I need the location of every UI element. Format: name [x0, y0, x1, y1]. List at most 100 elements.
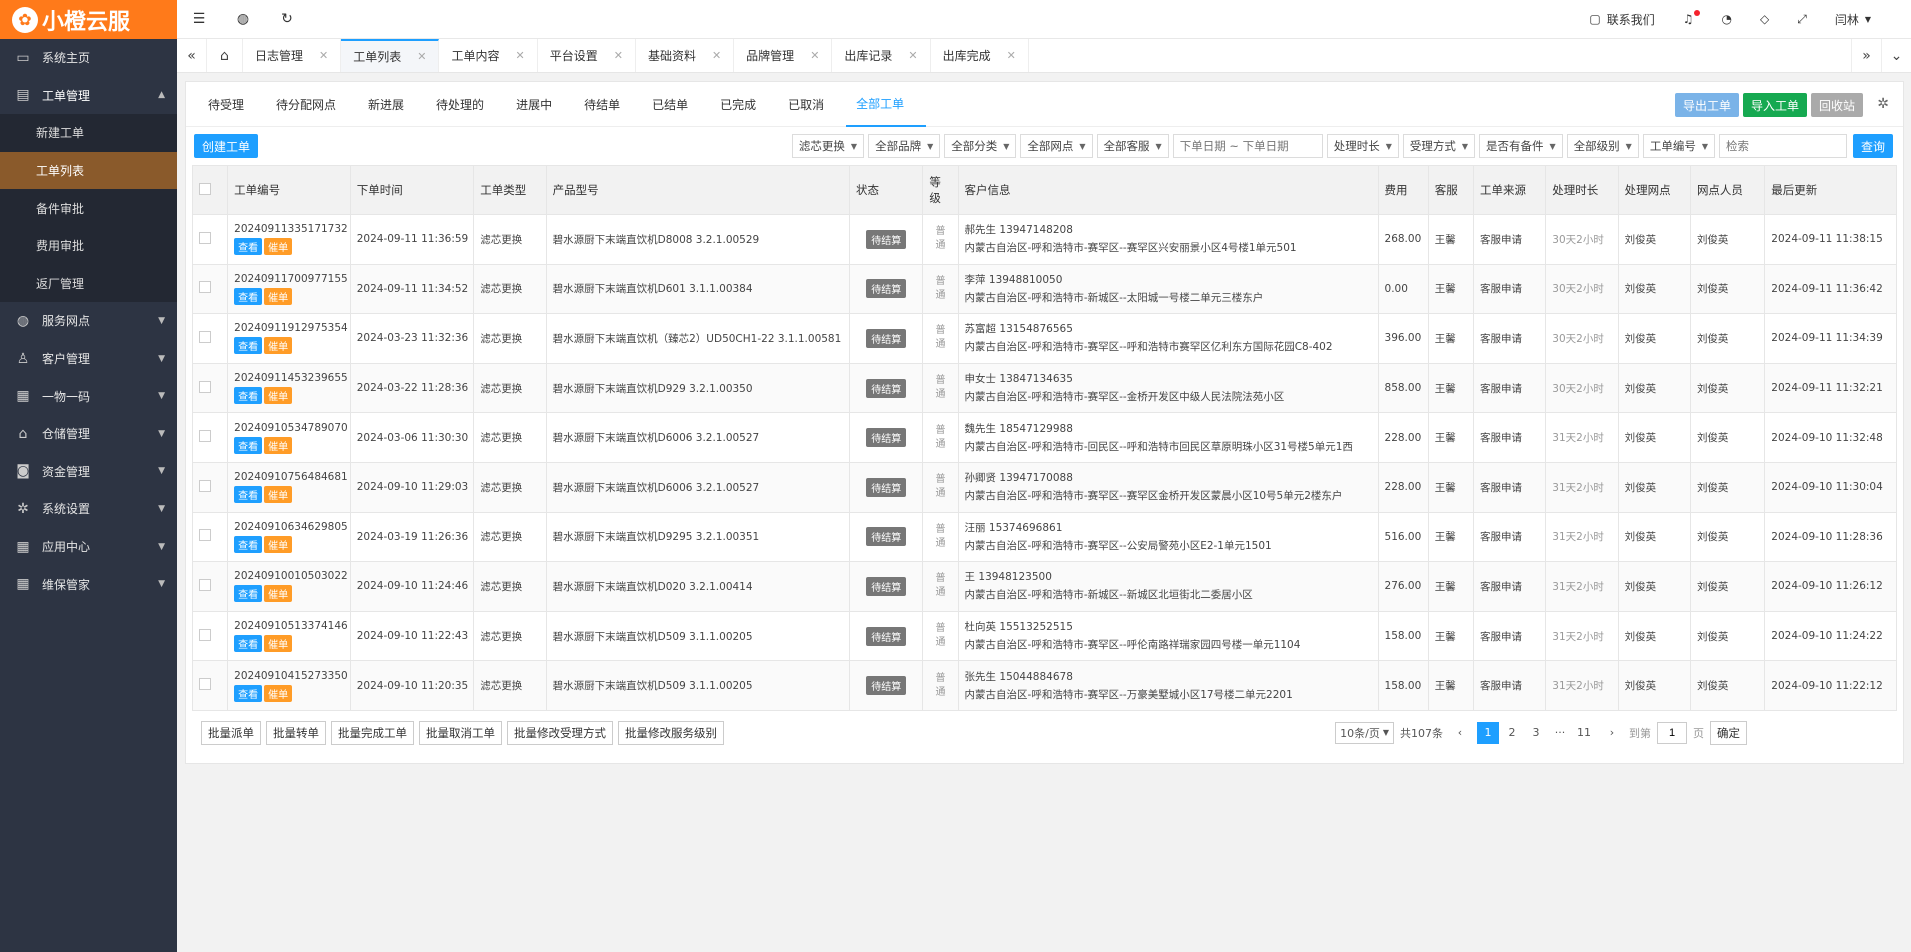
- f2-select-4[interactable]: 工单编号 ▼: [1642, 134, 1715, 158]
- sidebar-subitem-4[interactable]: 返厂管理: [0, 265, 177, 303]
- status-tab-3[interactable]: 待处理的: [426, 82, 506, 127]
- f2-select-1[interactable]: 受理方式 ▼: [1402, 134, 1476, 158]
- urge-button[interactable]: 催单: [264, 486, 293, 504]
- fullscreen-button[interactable]: ⤢: [1783, 12, 1821, 27]
- settings-gear-icon[interactable]: ✲: [1877, 96, 1889, 112]
- status-tab-7[interactable]: 已完成: [710, 82, 778, 127]
- urge-button[interactable]: 催单: [264, 684, 293, 702]
- view-button[interactable]: 查看: [234, 535, 263, 553]
- view-button[interactable]: 查看: [234, 684, 263, 702]
- urge-button[interactable]: 催单: [264, 535, 293, 553]
- urge-button[interactable]: 催单: [264, 238, 293, 256]
- f2-select-0[interactable]: 处理时长 ▼: [1326, 134, 1399, 158]
- view-button[interactable]: 查看: [234, 635, 263, 653]
- user-menu[interactable]: 闫林 ▼: [1821, 11, 1911, 28]
- sidebar-item-1[interactable]: ▤ 工单管理 ▲: [0, 77, 177, 115]
- home-icon[interactable]: ⌂: [207, 39, 243, 72]
- close-icon[interactable]: ✕: [1007, 49, 1016, 62]
- view-button[interactable]: 查看: [234, 238, 263, 256]
- page-tab-2[interactable]: 工单内容 ✕: [439, 39, 538, 72]
- sidebar-subitem-0[interactable]: 新建工单: [0, 114, 177, 152]
- row-checkbox[interactable]: [199, 380, 211, 393]
- view-button[interactable]: 查看: [234, 337, 263, 355]
- batch-button-5[interactable]: 批量修改服务级别: [618, 720, 724, 745]
- globe-icon[interactable]: ◍: [221, 11, 265, 27]
- batch-button-4[interactable]: 批量修改受理方式: [507, 720, 613, 745]
- batch-button-2[interactable]: 批量完成工单: [331, 720, 414, 745]
- f1-select-4[interactable]: 全部客服 ▼: [1096, 134, 1169, 158]
- sidebar-item-4[interactable]: ▦ 一物一码 ▼: [0, 377, 177, 415]
- page-2[interactable]: 3: [1525, 722, 1547, 744]
- page-0[interactable]: 1: [1477, 721, 1499, 744]
- view-button[interactable]: 查看: [234, 387, 263, 405]
- f1-select-0[interactable]: 滤芯更换 ▼: [791, 134, 865, 158]
- row-checkbox[interactable]: [199, 628, 211, 641]
- create-order-button[interactable]: 创建工单: [194, 134, 259, 158]
- sidebar-item-6[interactable]: ◙ 资金管理 ▼: [0, 453, 177, 491]
- menu-toggle-icon[interactable]: ☰: [177, 11, 221, 27]
- f1-select-3[interactable]: 全部网点 ▼: [1020, 134, 1093, 158]
- sidebar-item-8[interactable]: ▦ 应用中心 ▼: [0, 528, 177, 566]
- f1-select-2[interactable]: 全部分类 ▼: [944, 134, 1017, 158]
- row-checkbox[interactable]: [199, 281, 211, 294]
- close-icon[interactable]: ✕: [417, 50, 426, 63]
- status-tab-1[interactable]: 待分配网点: [266, 82, 358, 127]
- urge-button[interactable]: 催单: [264, 585, 293, 603]
- urge-button[interactable]: 催单: [264, 337, 293, 355]
- page-tab-3[interactable]: 平台设置 ✕: [538, 39, 636, 72]
- tabs-menu-chevron-icon[interactable]: ⌄: [1881, 39, 1911, 72]
- sidebar-subitem-3[interactable]: 费用审批: [0, 227, 177, 265]
- theme-button[interactable]: ◔: [1708, 12, 1746, 26]
- batch-button-0[interactable]: 批量派单: [201, 720, 261, 745]
- status-tab-0[interactable]: 待受理: [198, 82, 266, 127]
- close-icon[interactable]: ✕: [515, 49, 524, 62]
- tabs-scroll-right-icon[interactable]: »: [1851, 39, 1881, 72]
- sidebar-subitem-2[interactable]: 备件审批: [0, 189, 177, 227]
- close-icon[interactable]: ✕: [810, 49, 819, 62]
- next-page-icon[interactable]: ›: [1601, 722, 1623, 744]
- status-tab-8[interactable]: 已取消: [778, 82, 846, 127]
- tag-button[interactable]: ◇: [1746, 12, 1783, 26]
- sidebar-item-7[interactable]: ✲ 系统设置 ▼: [0, 490, 177, 528]
- status-tab-4[interactable]: 进展中: [506, 82, 574, 127]
- urge-button[interactable]: 催单: [264, 387, 293, 405]
- sidebar-item-5[interactable]: ⌂ 仓储管理 ▼: [0, 415, 177, 453]
- status-tab-2[interactable]: 新进展: [358, 82, 426, 127]
- f2-select-3[interactable]: 全部级别 ▼: [1566, 134, 1639, 158]
- urge-button[interactable]: 催单: [264, 635, 293, 653]
- urge-button[interactable]: 催单: [264, 436, 293, 454]
- close-icon[interactable]: ✕: [614, 49, 623, 62]
- sidebar-item-0[interactable]: ▭ 系统主页: [0, 39, 177, 77]
- logo[interactable]: ✿ 小橙云服: [0, 0, 177, 39]
- page-size-select[interactable]: 10条/页 ▼: [1335, 721, 1394, 744]
- row-checkbox[interactable]: [199, 430, 211, 443]
- view-button[interactable]: 查看: [234, 486, 263, 504]
- order-date-range-input[interactable]: [1172, 134, 1323, 158]
- row-checkbox[interactable]: [199, 529, 211, 542]
- close-icon[interactable]: ✕: [908, 49, 917, 62]
- page-tab-6[interactable]: 出库记录 ✕: [832, 39, 931, 72]
- page-1[interactable]: 2: [1501, 722, 1523, 744]
- batch-button-3[interactable]: 批量取消工单: [419, 720, 502, 745]
- status-tab-9[interactable]: 全部工单: [846, 82, 927, 127]
- urge-button[interactable]: 催单: [264, 287, 293, 305]
- status-tab-5[interactable]: 待结单: [574, 82, 642, 127]
- goto-confirm-button[interactable]: 确定: [1710, 720, 1747, 745]
- page-tab-1[interactable]: 工单列表 ✕: [341, 39, 440, 72]
- row-checkbox[interactable]: [199, 578, 211, 591]
- row-checkbox[interactable]: [199, 678, 211, 691]
- tabs-scroll-left-icon[interactable]: «: [177, 39, 207, 72]
- row-checkbox[interactable]: [199, 479, 211, 492]
- row-checkbox[interactable]: [199, 231, 211, 244]
- close-icon[interactable]: ✕: [319, 49, 328, 62]
- sidebar-subitem-1[interactable]: 工单列表: [0, 151, 177, 190]
- batch-button-1[interactable]: 批量转单: [266, 720, 326, 745]
- page-tab-5[interactable]: 品牌管理 ✕: [734, 39, 833, 72]
- view-button[interactable]: 查看: [234, 585, 263, 603]
- close-icon[interactable]: ✕: [712, 49, 721, 62]
- notification-button[interactable]: ♫: [1669, 10, 1708, 26]
- search-button[interactable]: 查询: [1852, 134, 1893, 158]
- goto-page-input[interactable]: [1657, 721, 1687, 744]
- search-input[interactable]: [1718, 134, 1847, 158]
- page-tab-0[interactable]: 日志管理 ✕: [243, 39, 342, 72]
